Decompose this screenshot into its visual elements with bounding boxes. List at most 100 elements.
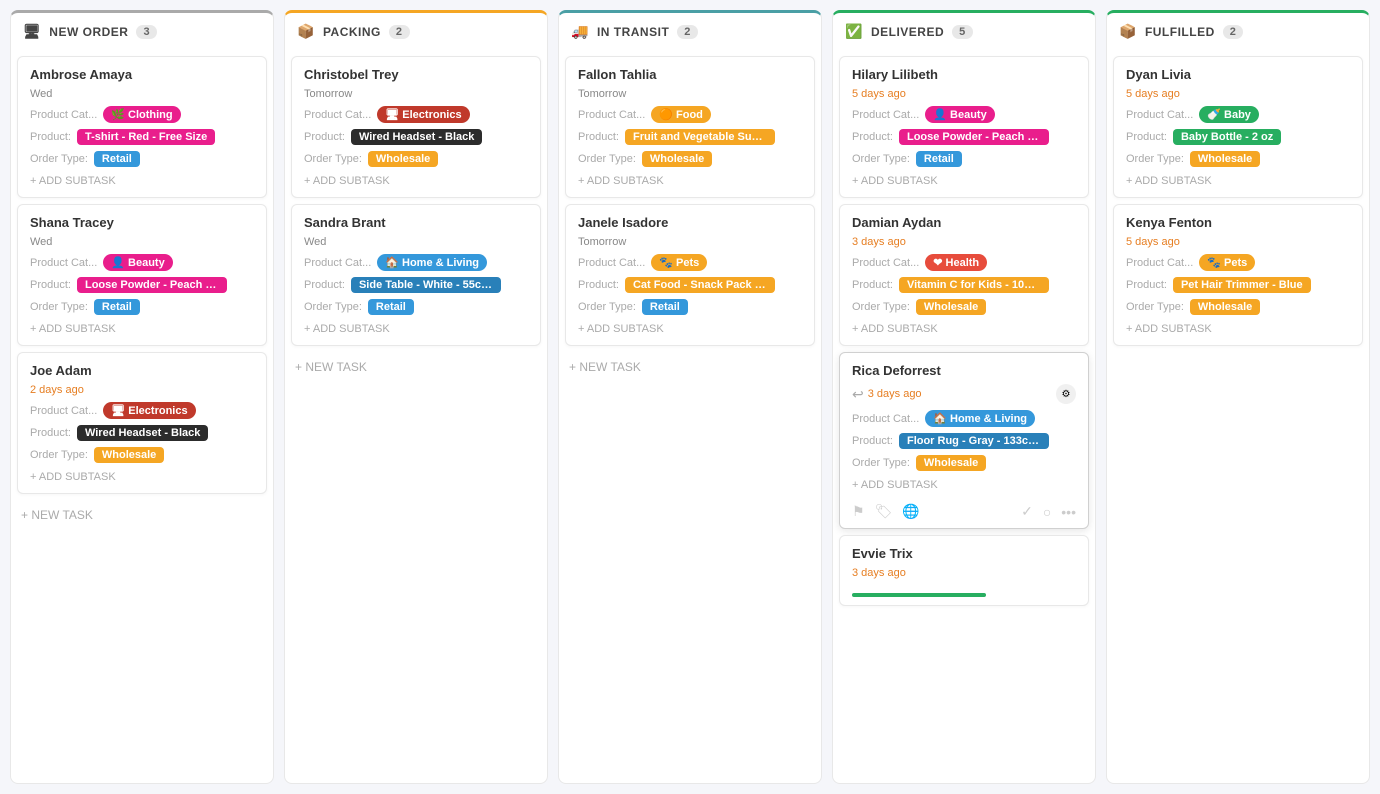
product-cat-label: Product Cat... (852, 257, 919, 269)
card-date-inline: 3 days ago (868, 388, 922, 400)
add-subtask-button[interactable]: + ADD SUBTASK (1126, 321, 1350, 337)
add-subtask-button[interactable]: + ADD SUBTASK (1126, 173, 1350, 189)
tag-icon[interactable]: 🏷 (875, 503, 893, 520)
product-label: Product: (1126, 131, 1167, 143)
flag-icon[interactable]: ⚑ (852, 503, 865, 520)
order-type-badge: Retail (916, 151, 962, 167)
product-badge: Wired Headset - Black (77, 425, 208, 441)
product-label: Product: (30, 427, 71, 439)
add-subtask-button[interactable]: + ADD SUBTASK (852, 477, 1076, 493)
product-cat-row: Product Cat...🏠 Home & Living (304, 254, 528, 271)
card-date: 3 days ago (852, 567, 1076, 579)
new-task-button[interactable]: + NEW TASK (17, 500, 267, 530)
order-type-row: Order Type:Wholesale (852, 299, 1076, 315)
order-type-badge: Wholesale (1190, 151, 1260, 167)
globe-icon[interactable]: 🌐 (902, 503, 919, 520)
order-type-label: Order Type: (852, 457, 910, 469)
product-cat-label: Product Cat... (578, 109, 645, 121)
add-subtask-button[interactable]: + ADD SUBTASK (30, 173, 254, 189)
column-delivered: ✅DELIVERED5 Hilary Lilibeth5 days agoProd… (832, 10, 1096, 784)
table-row[interactable]: Sandra BrantWedProduct Cat...🏠 Home & Li… (291, 204, 541, 346)
column-header-packing: 📦PACKING2 (284, 10, 548, 50)
add-subtask-button[interactable]: + ADD SUBTASK (852, 321, 1076, 337)
new-task-button[interactable]: + NEW TASK (565, 352, 815, 382)
order-type-badge: Wholesale (368, 151, 438, 167)
column-icon-in-transit: 🚚 (571, 23, 589, 40)
order-type-row: Order Type:Retail (852, 151, 1076, 167)
product-cat-label: Product Cat... (30, 405, 97, 417)
card-name: Joe Adam (30, 363, 254, 378)
table-row[interactable]: Fallon TahliaTomorrowProduct Cat...🟠 Foo… (565, 56, 815, 198)
table-row[interactable]: Kenya Fenton5 days agoProduct Cat...🐾 Pe… (1113, 204, 1363, 346)
column-label-in-transit: IN TRANSIT (597, 25, 669, 39)
order-type-badge: Retail (94, 299, 140, 315)
column-header-in-transit: 🚚IN TRANSIT2 (558, 10, 822, 50)
product-row: Product:Side Table - White - 55cm x... (304, 277, 528, 293)
order-type-row: Order Type: Retail (30, 299, 254, 315)
table-row[interactable]: Dyan Livia5 days agoProduct Cat...🍼 Baby… (1113, 56, 1363, 198)
order-type-label: Order Type: (30, 301, 88, 313)
order-type-label: Order Type: (304, 301, 362, 313)
card-date: Wed (30, 88, 254, 100)
order-type-label: Order Type: (304, 153, 362, 165)
column-fulfilled: 📦FULFILLED2Dyan Livia5 days agoProduct C… (1106, 10, 1370, 784)
column-icon-fulfilled: 📦 (1119, 23, 1137, 40)
reassign-icon[interactable]: ↩ (852, 386, 864, 403)
add-subtask-button[interactable]: + ADD SUBTASK (30, 469, 254, 485)
product-cat-row: Product Cat...🖥 Electronics (30, 402, 254, 419)
product-label: Product: (852, 279, 893, 291)
table-row[interactable]: Christobel TreyTomorrowProduct Cat...🖥 E… (291, 56, 541, 198)
order-type-label: Order Type: (852, 301, 910, 313)
product-badge: Loose Powder - Peach - 8 q... (77, 277, 227, 293)
card-date: Tomorrow (578, 236, 802, 248)
add-subtask-button[interactable]: + ADD SUBTASK (852, 173, 1076, 189)
card-date: Tomorrow (304, 88, 528, 100)
product-cat-label: Product Cat... (30, 109, 97, 121)
product-cat-row: Product Cat...👤 Beauty (852, 106, 1076, 123)
circle-icon[interactable]: ○ (1043, 504, 1051, 520)
table-row[interactable]: Evvie Trix3 days ago (839, 535, 1089, 606)
add-subtask-button[interactable]: + ADD SUBTASK (304, 321, 528, 337)
product-label: Product: (30, 131, 71, 143)
more-icon[interactable]: ••• (1061, 504, 1076, 520)
product-cat-badge: 🏠 Home & Living (925, 410, 1035, 427)
product-cat-badge: 🟠 Food (651, 106, 711, 123)
card-date: 5 days ago (1126, 236, 1350, 248)
new-task-button[interactable]: + NEW TASK (291, 352, 541, 382)
table-row[interactable]: Janele IsadoreTomorrowProduct Cat...🐾 Pe… (565, 204, 815, 346)
product-badge: Loose Powder - Peach - 8 q... (899, 129, 1049, 145)
column-count-delivered: 5 (952, 25, 973, 39)
column-body-new-order: Ambrose AmayaWedProduct Cat...🌿 Clothing… (10, 50, 274, 784)
order-type-badge: Retail (368, 299, 414, 315)
order-type-badge: Wholesale (1190, 299, 1260, 315)
table-row[interactable]: Damian Aydan3 days agoProduct Cat...❤ He… (839, 204, 1089, 346)
product-cat-label: Product Cat... (852, 413, 919, 425)
order-type-row: Order Type:Wholesale (1126, 299, 1350, 315)
product-row: Product:Loose Powder - Peach - 8 q... (30, 277, 254, 293)
product-badge: Vitamin C for Kids - 100 ca... (899, 277, 1049, 293)
table-row[interactable]: Hilary Lilibeth5 days agoProduct Cat...👤… (839, 56, 1089, 198)
add-subtask-button[interactable]: + ADD SUBTASK (578, 321, 802, 337)
add-subtask-button[interactable]: + ADD SUBTASK (578, 173, 802, 189)
product-label: Product: (1126, 279, 1167, 291)
add-subtask-button[interactable]: + ADD SUBTASK (30, 321, 254, 337)
column-body-delivered: Hilary Lilibeth5 days agoProduct Cat...👤… (832, 50, 1096, 784)
column-body-in-transit: Fallon TahliaTomorrowProduct Cat...🟠 Foo… (558, 50, 822, 784)
check-icon[interactable]: ✓ (1021, 503, 1033, 520)
card-name: Dyan Livia (1126, 67, 1350, 82)
product-label: Product: (304, 131, 345, 143)
table-row[interactable]: Shana TraceyWedProduct Cat...👤 BeautyPro… (17, 204, 267, 346)
order-type-badge: Wholesale (94, 447, 164, 463)
product-badge: Side Table - White - 55cm x... (351, 277, 501, 293)
product-label: Product: (852, 131, 893, 143)
product-row: Product:Wired Headset - Black (304, 129, 528, 145)
add-subtask-button[interactable]: + ADD SUBTASK (304, 173, 528, 189)
table-row[interactable]: Ambrose AmayaWedProduct Cat...🌿 Clothing… (17, 56, 267, 198)
column-header-delivered: ✅DELIVERED5 (832, 10, 1096, 50)
order-type-row: Order Type: Wholesale (304, 151, 528, 167)
table-row[interactable]: Joe Adam2 days agoProduct Cat...🖥 Electr… (17, 352, 267, 494)
table-row[interactable]: Rica Deforrest↩3 days ago⚙Product Cat...… (839, 352, 1089, 529)
product-cat-badge: 🏠 Home & Living (377, 254, 487, 271)
settings-icon[interactable]: ⚙ (1056, 384, 1076, 404)
product-cat-label: Product Cat... (852, 109, 919, 121)
